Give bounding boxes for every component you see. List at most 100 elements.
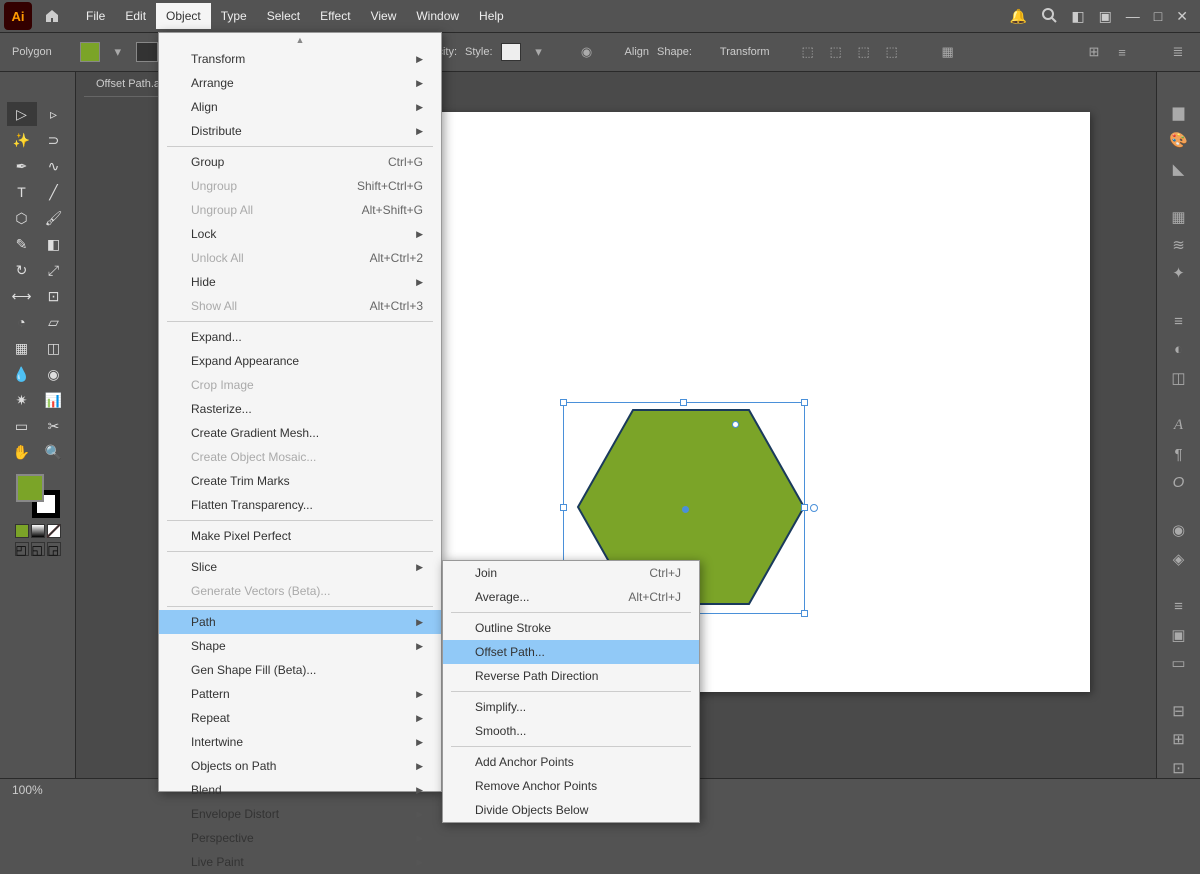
menuitem-average-[interactable]: Average...Alt+Ctrl+J [443, 585, 699, 609]
graph-tool[interactable]: 📊 [39, 388, 69, 412]
handle-mr[interactable] [801, 504, 808, 511]
gradient-mode[interactable] [31, 524, 45, 538]
menuitem-group[interactable]: GroupCtrl+G [159, 150, 441, 174]
close-icon[interactable]: ✕ [1176, 8, 1188, 25]
shaper-tool[interactable]: ✎ [7, 232, 37, 256]
perspective-tool[interactable]: ▱ [39, 310, 69, 334]
menuitem-offset-path-[interactable]: Offset Path... [443, 640, 699, 664]
menuitem-objects-on-path[interactable]: Objects on Path▶ [159, 754, 441, 778]
chevron-down-icon[interactable]: ▾ [529, 42, 549, 62]
character-icon[interactable]: A [1165, 416, 1193, 436]
shape-label[interactable]: Shape: [657, 46, 692, 58]
menuitem-pattern[interactable]: Pattern▶ [159, 682, 441, 706]
hand-tool[interactable]: ✋ [7, 440, 37, 464]
draw-behind[interactable]: ◱ [31, 542, 45, 556]
layers-icon[interactable]: ≡ [1165, 596, 1193, 616]
handle-tr[interactable] [801, 399, 808, 406]
search-icon[interactable] [1041, 7, 1057, 26]
scroll-up-icon[interactable]: ▲ [296, 35, 305, 45]
menuitem-path[interactable]: Path▶ [159, 610, 441, 634]
menuitem-flatten-transparency-[interactable]: Flatten Transparency... [159, 493, 441, 517]
pathfinder-icon[interactable]: ⊞ [1165, 729, 1193, 749]
menuitem-make-pixel-perfect[interactable]: Make Pixel Perfect [159, 524, 441, 548]
shape-builder-tool[interactable]: ◔ [7, 310, 37, 334]
type-tool[interactable]: T [7, 180, 37, 204]
pref3-icon[interactable]: ≣ [1168, 42, 1188, 62]
transparency-icon[interactable]: ◫ [1165, 368, 1193, 388]
menuitem-expand-appearance[interactable]: Expand Appearance [159, 349, 441, 373]
scale-tool[interactable]: ⤢ [39, 258, 69, 282]
handle-tl[interactable] [560, 399, 567, 406]
rotate-tool[interactable]: ↻ [7, 258, 37, 282]
fill-stroke-control[interactable] [16, 474, 60, 518]
transform-panel-icon[interactable]: ⊡ [1165, 758, 1193, 778]
pref1-icon[interactable]: ⊞ [1084, 42, 1104, 62]
zoom-level[interactable]: 100% [12, 783, 43, 797]
selection-tool[interactable]: ▷ [7, 102, 37, 126]
none-mode[interactable] [47, 524, 61, 538]
menuitem-remove-anchor-points[interactable]: Remove Anchor Points [443, 774, 699, 798]
color-icon[interactable]: 🎨 [1165, 130, 1193, 150]
pref2-icon[interactable]: ≡ [1112, 42, 1132, 62]
menu-type[interactable]: Type [211, 3, 257, 29]
isolate3-icon[interactable]: ⬚ [854, 42, 874, 62]
menuitem-blend[interactable]: Blend▶ [159, 778, 441, 802]
gradient-tool[interactable]: ◫ [39, 336, 69, 360]
line-tool[interactable]: ╱ [39, 180, 69, 204]
handle-ml[interactable] [560, 504, 567, 511]
menu-view[interactable]: View [361, 3, 407, 29]
properties-icon[interactable]: ▆ [1165, 102, 1193, 122]
workspace-icon[interactable]: ◧ [1071, 8, 1084, 25]
artboard-tool[interactable]: ▭ [7, 414, 37, 438]
menuitem-gen-shape-fill-beta-[interactable]: Gen Shape Fill (Beta)... [159, 658, 441, 682]
mesh-tool[interactable]: ▦ [7, 336, 37, 360]
lasso-tool[interactable]: ⊃ [39, 128, 69, 152]
menuitem-add-anchor-points[interactable]: Add Anchor Points [443, 750, 699, 774]
menuitem-rasterize-[interactable]: Rasterize... [159, 397, 441, 421]
rectangle-tool[interactable]: ⬡ [7, 206, 37, 230]
draw-normal[interactable]: ◰ [15, 542, 29, 556]
zoom-tool[interactable]: 🔍 [39, 440, 69, 464]
magic-wand-tool[interactable]: ✨ [7, 128, 37, 152]
notification-icon[interactable]: 🔔 [1010, 8, 1027, 25]
menuitem-create-trim-marks[interactable]: Create Trim Marks [159, 469, 441, 493]
menuitem-transform[interactable]: Transform▶ [159, 47, 441, 71]
symbol-sprayer-tool[interactable]: ✷ [7, 388, 37, 412]
opentype-icon[interactable]: O [1165, 472, 1193, 492]
menuitem-repeat[interactable]: Repeat▶ [159, 706, 441, 730]
paintbrush-tool[interactable]: 🖌 [39, 206, 69, 230]
isolate-icon[interactable]: ⬚ [798, 42, 818, 62]
gradient-icon[interactable]: ◐ [1165, 339, 1193, 359]
brushes-icon[interactable]: ≋ [1165, 235, 1193, 255]
menuitem-outline-stroke[interactable]: Outline Stroke [443, 616, 699, 640]
width-tool[interactable]: ⟷ [7, 284, 37, 308]
menuitem-arrange[interactable]: Arrange▶ [159, 71, 441, 95]
direct-selection-tool[interactable]: ▹ [39, 102, 69, 126]
symbols-icon[interactable]: ✦ [1165, 263, 1193, 283]
corner-widget[interactable] [732, 421, 739, 428]
menuitem-reverse-path-direction[interactable]: Reverse Path Direction [443, 664, 699, 688]
menuitem-create-gradient-mesh-[interactable]: Create Gradient Mesh... [159, 421, 441, 445]
transform-label[interactable]: Transform [720, 46, 770, 58]
appearance-icon[interactable]: ◉ [1165, 520, 1193, 540]
minimize-icon[interactable]: — [1126, 8, 1140, 24]
menuitem-smooth-[interactable]: Smooth... [443, 719, 699, 743]
style-swatch[interactable] [501, 43, 521, 61]
color-mode[interactable] [15, 524, 29, 538]
menuitem-join[interactable]: JoinCtrl+J [443, 561, 699, 585]
isolate2-icon[interactable]: ⬚ [826, 42, 846, 62]
menu-edit[interactable]: Edit [115, 3, 156, 29]
handle-tm[interactable] [680, 399, 687, 406]
menu-file[interactable]: File [76, 3, 115, 29]
handle-br[interactable] [801, 610, 808, 617]
fill-color[interactable] [16, 474, 44, 502]
align-label[interactable]: Align [625, 46, 649, 58]
recolor-icon[interactable]: ◉ [577, 42, 597, 62]
curvature-tool[interactable]: ∿ [39, 154, 69, 178]
recolor2-icon[interactable]: ▦ [938, 42, 958, 62]
arrange-icon[interactable]: ▣ [1099, 8, 1112, 25]
menuitem-envelope-distort[interactable]: Envelope Distort▶ [159, 802, 441, 826]
menuitem-distribute[interactable]: Distribute▶ [159, 119, 441, 143]
pen-tool[interactable]: ✒ [7, 154, 37, 178]
menu-select[interactable]: Select [257, 3, 310, 29]
